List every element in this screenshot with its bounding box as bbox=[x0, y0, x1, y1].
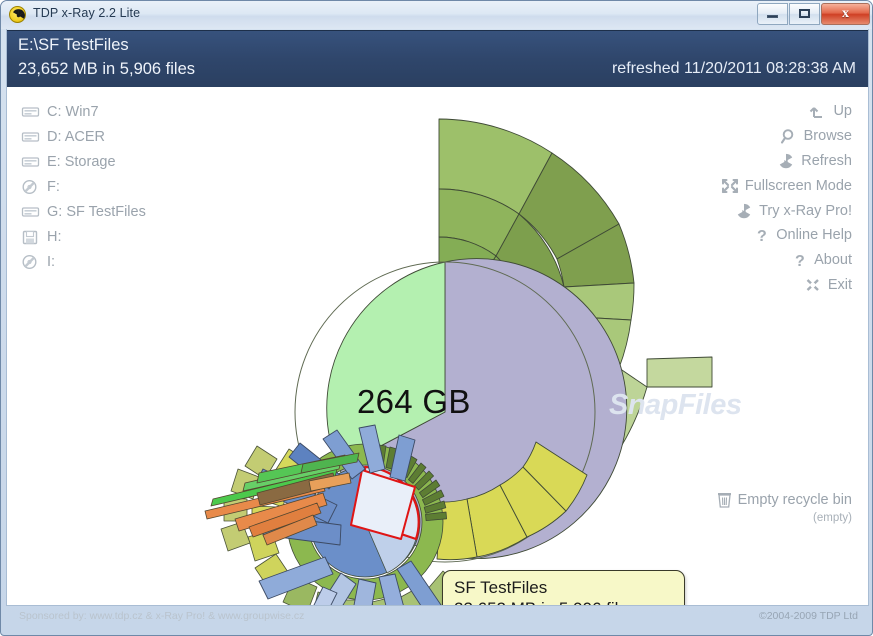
x-cross-icon bbox=[804, 277, 822, 293]
sponsor-text: Sponsored by: www.tdp.cz & x-Ray Pro! & … bbox=[19, 610, 305, 622]
drive-list: C: Win7 D: ACER E: Storage F: G: SF Test… bbox=[21, 99, 146, 274]
radiation-icon bbox=[9, 6, 26, 23]
close-button[interactable]: x bbox=[821, 3, 870, 25]
main-canvas: 264 GB SnapFiles C: Win7 D: ACER E: Stor… bbox=[7, 87, 868, 605]
svg-text:?: ? bbox=[795, 253, 805, 268]
path-header: E:\SF TestFiles 23,652 MB in 5,906 files… bbox=[7, 30, 868, 88]
radiation-icon bbox=[735, 203, 753, 219]
window-title: TDP x-Ray 2.2 Lite bbox=[33, 6, 141, 20]
drive-item-g[interactable]: G: SF TestFiles bbox=[21, 199, 146, 224]
floppy-drive-icon bbox=[21, 229, 40, 245]
optical-drive-icon bbox=[21, 179, 40, 195]
recycle-bin-row[interactable]: Empty recycle bin bbox=[717, 491, 852, 508]
svg-text:?: ? bbox=[757, 228, 767, 243]
drive-label: D: ACER bbox=[47, 128, 106, 145]
action-label: Online Help bbox=[776, 227, 852, 244]
status-bar: Sponsored by: www.tdp.cz & x-Ray Pro! & … bbox=[7, 605, 868, 631]
hard-drive-icon bbox=[21, 204, 40, 220]
window-controls: x bbox=[756, 3, 870, 25]
minimize-icon bbox=[767, 15, 778, 18]
refreshed-timestamp: refreshed 11/20/2011 08:28:38 AM bbox=[611, 60, 856, 77]
action-label: Refresh bbox=[801, 152, 852, 169]
action-label: Fullscreen Mode bbox=[744, 177, 852, 194]
optical-drive-icon bbox=[21, 254, 40, 270]
hard-drive-icon bbox=[21, 129, 40, 145]
hard-drive-icon bbox=[21, 154, 40, 170]
fullscreen-arrows-icon bbox=[721, 178, 739, 194]
empty-recycle-bin[interactable]: Empty recycle bin (empty) bbox=[717, 491, 852, 524]
question-mark-icon: ? bbox=[752, 227, 770, 245]
action-menu: Up Browse Refresh Fullscreen Mode Try x-… bbox=[721, 99, 852, 297]
action-label: Up bbox=[833, 103, 852, 120]
drive-item-i[interactable]: I: bbox=[21, 249, 146, 274]
action-online-help[interactable]: ? Online Help bbox=[721, 223, 852, 248]
center-total-label: 264 GB bbox=[357, 383, 471, 420]
minimize-button[interactable] bbox=[757, 3, 788, 25]
title-bar: TDP x-Ray 2.2 Lite x bbox=[1, 1, 872, 29]
action-up[interactable]: Up bbox=[721, 99, 852, 124]
drive-item-c[interactable]: C: Win7 bbox=[21, 99, 146, 124]
drive-item-h[interactable]: H: bbox=[21, 224, 146, 249]
drive-label: C: Win7 bbox=[47, 103, 99, 120]
drive-label: G: SF TestFiles bbox=[47, 203, 146, 220]
action-label: About bbox=[814, 252, 852, 269]
radiation-icon bbox=[777, 153, 795, 169]
drive-item-f[interactable]: F: bbox=[21, 174, 146, 199]
arrow-up-icon bbox=[809, 103, 827, 119]
size-summary: 23,652 MB in 5,906 files bbox=[18, 60, 196, 78]
question-mark-icon: ? bbox=[790, 252, 808, 270]
action-refresh[interactable]: Refresh bbox=[721, 149, 852, 174]
drive-label: H: bbox=[47, 228, 62, 245]
folder-tooltip: SF TestFiles 23,652 MB in 5,906 files 10… bbox=[442, 570, 685, 605]
action-label: Exit bbox=[827, 276, 852, 293]
action-try-pro[interactable]: Try x-Ray Pro! bbox=[721, 198, 852, 223]
close-icon: x bbox=[842, 6, 849, 21]
action-exit[interactable]: Exit bbox=[721, 273, 852, 298]
maximize-button[interactable] bbox=[789, 3, 820, 25]
recycle-bin-status: (empty) bbox=[813, 512, 852, 524]
recycle-bin-label: Empty recycle bin bbox=[737, 491, 852, 508]
application-window: TDP x-Ray 2.2 Lite x E:\SF TestFiles 23,… bbox=[0, 0, 873, 636]
action-label: Try x-Ray Pro! bbox=[759, 202, 852, 219]
drive-label: I: bbox=[47, 253, 56, 270]
action-label: Browse bbox=[803, 128, 852, 145]
magnifier-icon bbox=[780, 128, 798, 144]
trash-icon bbox=[717, 491, 732, 508]
copyright-text: ©2004-2009 TDP Ltd bbox=[758, 610, 858, 622]
drive-label: F: bbox=[47, 178, 60, 195]
action-fullscreen[interactable]: Fullscreen Mode bbox=[721, 173, 852, 198]
snapfiles-watermark: SnapFiles bbox=[609, 389, 742, 421]
current-path: E:\SF TestFiles bbox=[18, 36, 129, 54]
drive-item-e[interactable]: E: Storage bbox=[21, 149, 146, 174]
drive-label: E: Storage bbox=[47, 153, 116, 170]
action-browse[interactable]: Browse bbox=[721, 124, 852, 149]
maximize-icon bbox=[799, 9, 810, 18]
drive-item-d[interactable]: D: ACER bbox=[21, 124, 146, 149]
hard-drive-icon bbox=[21, 104, 40, 120]
tooltip-title: SF TestFiles bbox=[454, 578, 548, 597]
action-about[interactable]: ? About bbox=[721, 248, 852, 273]
